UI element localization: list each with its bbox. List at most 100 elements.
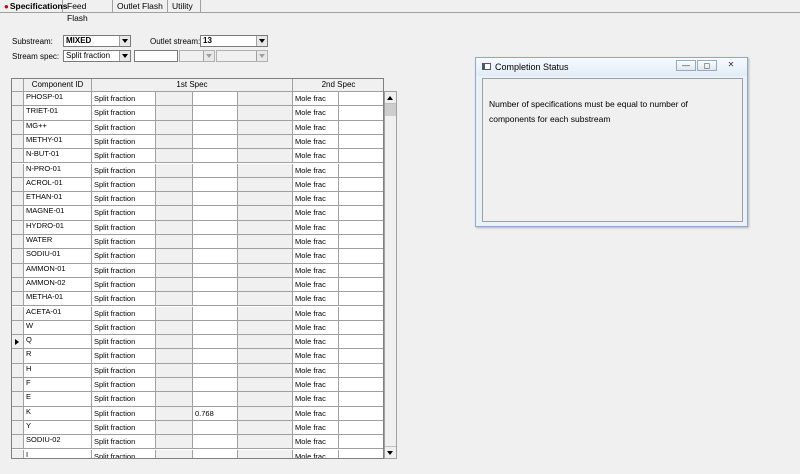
spec1-type-cell[interactable]: Split fraction — [92, 206, 156, 221]
scroll-down-icon[interactable] — [385, 446, 396, 458]
spec2-value-cell[interactable] — [339, 277, 383, 293]
row-selector[interactable] — [12, 192, 24, 207]
row-selector[interactable] — [12, 220, 24, 235]
row-selector[interactable] — [12, 292, 24, 307]
component-id-cell[interactable]: METHA-01 — [24, 292, 92, 307]
spec1-value-cell[interactable] — [193, 420, 238, 436]
spec2-value-cell[interactable] — [339, 206, 383, 221]
row-selector[interactable] — [12, 92, 24, 107]
spec1-type-cell[interactable]: Split fraction — [92, 249, 156, 264]
spec1-value-cell[interactable] — [193, 378, 238, 393]
component-id-cell[interactable]: Y — [24, 420, 92, 436]
spec2-type-cell[interactable]: Mole frac — [293, 335, 339, 350]
component-id-cell[interactable]: F — [24, 378, 92, 393]
component-id-cell[interactable]: ACROL-01 — [24, 177, 92, 193]
spec1-value-cell[interactable] — [193, 263, 238, 278]
spec2-type-cell[interactable]: Mole frac — [293, 420, 339, 436]
row-selector[interactable] — [12, 235, 24, 250]
spec1-type-cell[interactable]: Split fraction — [92, 120, 156, 135]
spec2-value-cell[interactable] — [339, 149, 383, 164]
spec2-type-cell[interactable]: Mole frac — [293, 292, 339, 307]
spec2-type-cell[interactable]: Mole frac — [293, 263, 339, 278]
row-selector[interactable] — [12, 406, 24, 421]
spec1-value-cell[interactable] — [193, 92, 238, 107]
spec1-value-cell[interactable] — [193, 320, 238, 336]
spec2-type-cell[interactable]: Mole frac — [293, 192, 339, 207]
spec2-type-cell[interactable]: Mole frac — [293, 177, 339, 193]
tab-feed-flash[interactable]: Feed Flash — [63, 0, 113, 23]
spec2-type-cell[interactable]: Mole frac — [293, 120, 339, 135]
grid-vertical-scrollbar[interactable] — [384, 91, 397, 459]
spec2-type-cell[interactable]: Mole frac — [293, 106, 339, 121]
spec2-type-cell[interactable]: Mole frac — [293, 277, 339, 293]
row-selector[interactable] — [12, 363, 24, 378]
component-id-cell[interactable]: ETHAN-01 — [24, 192, 92, 207]
outlet-stream-select[interactable]: 13 — [200, 35, 268, 47]
spec2-type-cell[interactable]: Mole frac — [293, 149, 339, 164]
spec1-type-cell[interactable]: Split fraction — [92, 335, 156, 350]
spec1-type-cell[interactable]: Split fraction — [92, 220, 156, 235]
component-id-cell[interactable]: N-PRO-01 — [24, 163, 92, 178]
spec2-type-cell[interactable]: Mole frac — [293, 378, 339, 393]
component-id-cell[interactable]: SODIU-02 — [24, 435, 92, 450]
spec2-value-cell[interactable] — [339, 220, 383, 235]
row-selector[interactable] — [12, 120, 24, 135]
row-selector[interactable] — [12, 106, 24, 121]
spec1-type-cell[interactable]: Split fraction — [92, 420, 156, 436]
spec1-type-cell[interactable]: Split fraction — [92, 263, 156, 278]
spec2-type-cell[interactable]: Mole frac — [293, 206, 339, 221]
spec1-type-cell[interactable]: Split fraction — [92, 134, 156, 150]
spec1-type-cell[interactable]: Split fraction — [92, 349, 156, 364]
close-icon[interactable]: ✕ — [720, 60, 742, 71]
spec1-type-cell[interactable]: Split fraction — [92, 392, 156, 407]
spec2-type-cell[interactable]: Mole frac — [293, 349, 339, 364]
chevron-down-icon[interactable] — [256, 36, 267, 46]
spec2-value-cell[interactable] — [339, 292, 383, 307]
spec1-type-cell[interactable]: Split fraction — [92, 306, 156, 321]
spec2-value-cell[interactable] — [339, 263, 383, 278]
spec2-value-cell[interactable] — [339, 435, 383, 450]
spec1-value-cell[interactable] — [193, 306, 238, 321]
spec1-value-cell[interactable] — [193, 349, 238, 364]
row-selector[interactable] — [12, 435, 24, 450]
component-id-cell[interactable]: Q — [24, 335, 92, 350]
component-id-cell[interactable]: I — [24, 449, 92, 458]
row-selector[interactable] — [12, 378, 24, 393]
row-selector[interactable] — [12, 149, 24, 164]
row-selector[interactable] — [12, 349, 24, 364]
spec2-value-cell[interactable] — [339, 92, 383, 107]
component-id-cell[interactable]: N-BUT-01 — [24, 149, 92, 164]
spec2-value-cell[interactable] — [339, 163, 383, 178]
spec1-value-cell[interactable] — [193, 292, 238, 307]
spec1-type-cell[interactable]: Split fraction — [92, 92, 156, 107]
row-selector[interactable] — [12, 335, 24, 350]
spec1-type-cell[interactable]: Split fraction — [92, 106, 156, 121]
row-selector[interactable] — [12, 420, 24, 436]
spec2-value-cell[interactable] — [339, 134, 383, 150]
component-id-cell[interactable]: TRIET-01 — [24, 106, 92, 121]
spec1-value-cell[interactable] — [193, 163, 238, 178]
spec2-value-cell[interactable] — [339, 420, 383, 436]
spec2-type-cell[interactable]: Mole frac — [293, 435, 339, 450]
stream-spec-value-input[interactable] — [134, 50, 178, 62]
spec1-type-cell[interactable]: Split fraction — [92, 363, 156, 378]
spec1-value-cell[interactable]: 0.768 — [193, 406, 238, 421]
spec2-type-cell[interactable]: Mole frac — [293, 306, 339, 321]
component-id-cell[interactable]: MAGNE-01 — [24, 206, 92, 221]
spec1-value-cell[interactable] — [193, 192, 238, 207]
spec1-value-cell[interactable] — [193, 363, 238, 378]
spec1-value-cell[interactable] — [193, 435, 238, 450]
stream-spec-select[interactable]: Split fraction — [63, 50, 131, 62]
row-selector[interactable] — [12, 277, 24, 293]
row-selector[interactable] — [12, 320, 24, 336]
spec2-type-cell[interactable]: Mole frac — [293, 235, 339, 250]
spec1-value-cell[interactable] — [193, 249, 238, 264]
spec2-type-cell[interactable]: Mole frac — [293, 363, 339, 378]
component-id-cell[interactable]: MG++ — [24, 120, 92, 135]
window-titlebar[interactable]: Completion Status — ◻ ✕ — [476, 58, 747, 76]
spec2-value-cell[interactable] — [339, 406, 383, 421]
spec2-value-cell[interactable] — [339, 306, 383, 321]
chevron-down-icon[interactable] — [119, 51, 130, 61]
spec1-type-cell[interactable]: Split fraction — [92, 149, 156, 164]
spec1-type-cell[interactable]: Split fraction — [92, 435, 156, 450]
